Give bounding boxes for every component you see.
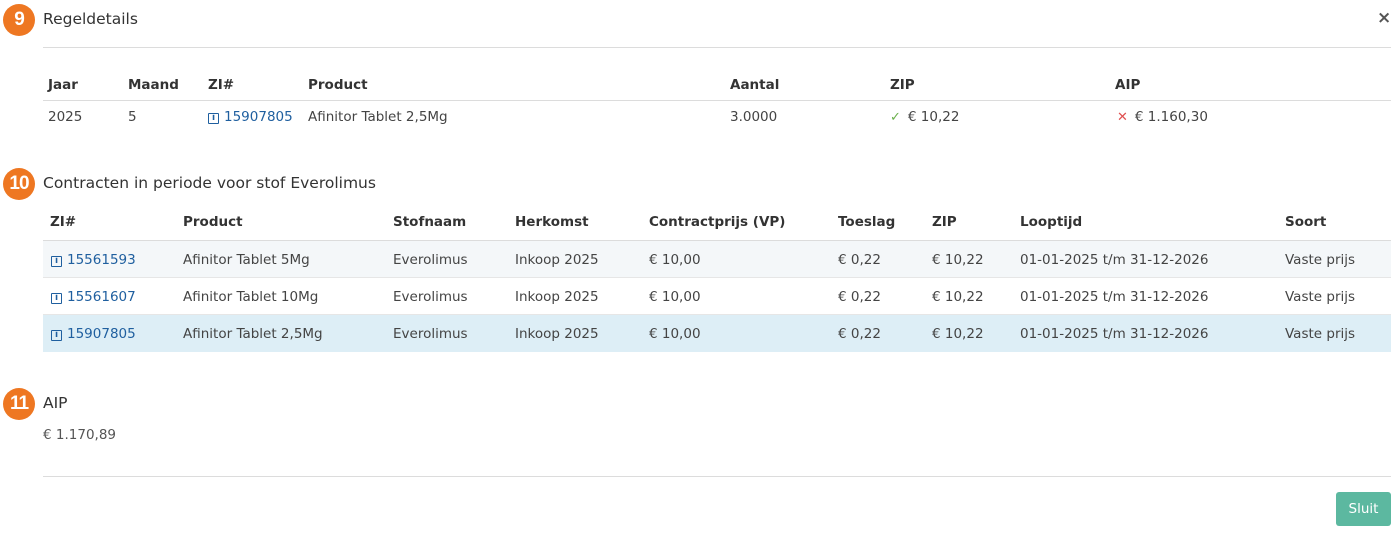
cell-product: Afinitor Tablet 2,5Mg [183,326,323,342]
section-number-badge: 10 [3,168,35,200]
cell-looptijd: 01-01-2025 t/m 31-12-2026 [1020,326,1209,342]
info-icon: i [51,330,62,341]
section-number-badge: 11 [3,388,35,420]
close-icon[interactable]: × [1377,8,1391,28]
cell-herkomst: Inkoop 2025 [515,326,599,342]
header-soort: Soort [1285,214,1327,230]
cell-aantal: 3.0000 [730,109,778,125]
cell-toeslag: € 0,22 [838,289,881,305]
aip-value: € 1.160,30 [1134,109,1208,125]
cell-product: Afinitor Tablet 10Mg [183,289,319,305]
header-stofnaam: Stofnaam [393,214,467,230]
cell-zip: € 10,22 [932,326,984,342]
zi-link[interactable]: i 15907805 [208,109,293,125]
cell-soort: Vaste prijs [1285,252,1356,268]
header-toeslag: Toeslag [838,214,896,230]
close-button[interactable]: Sluit [1336,492,1391,526]
title-divider [43,47,1391,48]
header-divider [43,100,1391,101]
header-product: Product [308,77,368,93]
cell-soort: Vaste prijs [1285,326,1356,342]
header-aip: AIP [1115,77,1141,93]
zi-number: 15561593 [67,252,136,268]
section-title-aip: AIP [43,394,68,412]
header-zip: ZIP [932,214,957,230]
section-title-contracten: Contracten in periode voor stof Everolim… [43,174,376,192]
cell-contractprijs: € 10,00 [649,289,701,305]
cell-maand: 5 [128,109,137,125]
header-maand: Maand [128,77,179,93]
cell-aip: ✕ € 1.160,30 [1117,109,1208,125]
cell-soort: Vaste prijs [1285,289,1356,305]
cross-icon: ✕ [1117,110,1128,125]
info-icon: i [51,256,62,267]
cell-product: Afinitor Tablet 2,5Mg [308,109,448,125]
cell-toeslag: € 0,22 [838,252,881,268]
zi-link[interactable]: i 15907805 [51,326,136,342]
cell-jaar: 2025 [48,109,83,125]
zi-number: 15561607 [67,289,136,305]
cell-toeslag: € 0,22 [838,326,881,342]
cell-zip: € 10,22 [932,252,984,268]
cell-zip: ✓ € 10,22 [890,109,959,125]
zip-value: € 10,22 [907,109,960,125]
zi-number: 15907805 [67,326,136,342]
cell-stofnaam: Everolimus [393,252,468,268]
cell-zip: € 10,22 [932,289,984,305]
zi-link[interactable]: i 15561593 [51,252,136,268]
section-number-badge: 9 [3,4,35,36]
cell-stofnaam: Everolimus [393,289,468,305]
zi-number: 15907805 [224,109,293,125]
header-zip: ZIP [890,77,915,93]
cell-herkomst: Inkoop 2025 [515,252,599,268]
info-icon: i [208,113,219,124]
cell-product: Afinitor Tablet 5Mg [183,252,310,268]
zi-link[interactable]: i 15561607 [51,289,136,305]
header-zi: ZI# [208,77,235,93]
header-looptijd: Looptijd [1020,214,1083,230]
cell-contractprijs: € 10,00 [649,252,701,268]
aip-total-value: € 1.170,89 [43,427,116,443]
header-herkomst: Herkomst [515,214,589,230]
header-zi: ZI# [50,214,77,230]
info-icon: i [51,293,62,304]
cell-looptijd: 01-01-2025 t/m 31-12-2026 [1020,252,1209,268]
header-product: Product [183,214,243,230]
header-contractprijs: Contractprijs (VP) [649,214,786,230]
cell-contractprijs: € 10,00 [649,326,701,342]
check-icon: ✓ [890,110,901,125]
header-aantal: Aantal [730,77,780,93]
section-title-regeldetails: Regeldetails [43,10,138,28]
footer-divider [43,476,1391,477]
header-jaar: Jaar [48,77,78,93]
cell-herkomst: Inkoop 2025 [515,289,599,305]
cell-looptijd: 01-01-2025 t/m 31-12-2026 [1020,289,1209,305]
cell-stofnaam: Everolimus [393,326,468,342]
